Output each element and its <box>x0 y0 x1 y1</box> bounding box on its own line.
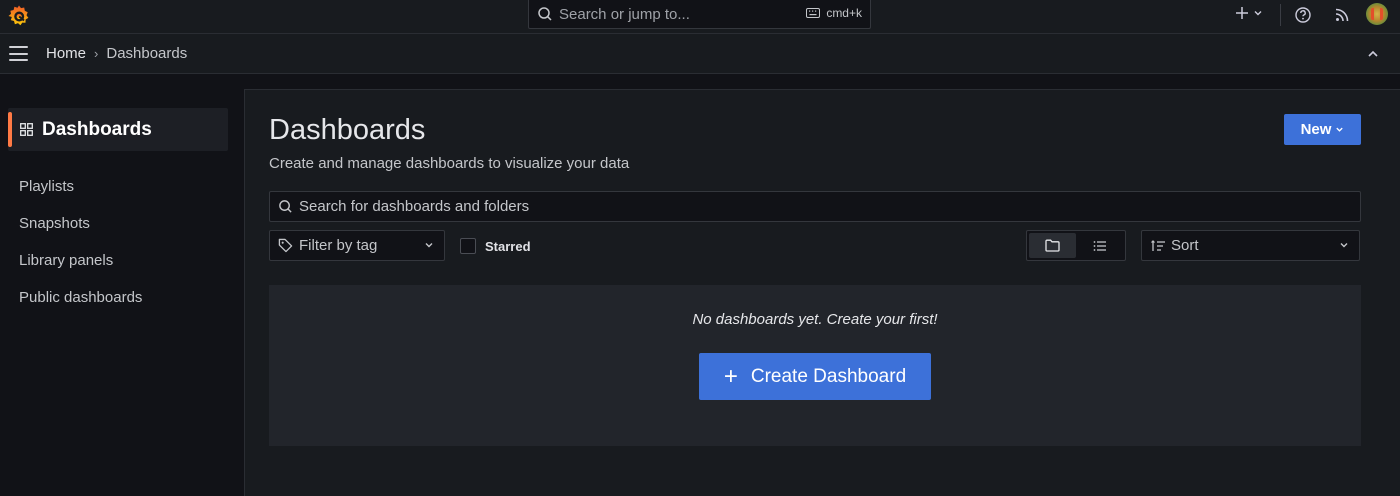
chevron-down-icon <box>1340 243 1348 248</box>
shortcut-text: cmd+k <box>826 6 862 20</box>
folder-view-button[interactable] <box>1029 233 1076 258</box>
chevron-down-icon <box>425 243 433 248</box>
keyboard-shortcut-hint: cmd+k <box>806 6 862 20</box>
sort-icon <box>1151 239 1165 251</box>
view-mode-toggle <box>1026 230 1126 261</box>
plus-icon: + <box>723 362 738 390</box>
sidebar-item-dashboards[interactable]: Dashboards <box>8 108 228 151</box>
apps-grid-icon <box>20 123 33 136</box>
section-sidebar: Dashboards Playlists Snapshots Library p… <box>0 74 243 495</box>
global-search-bar[interactable]: Search or jump to... cmd+k <box>528 0 871 29</box>
breadcrumb-home[interactable]: Home <box>46 45 86 62</box>
new-button-label: New <box>1300 121 1332 138</box>
breadcrumb-current[interactable]: Dashboards <box>106 45 187 62</box>
plus-icon <box>1236 7 1248 19</box>
sort-select[interactable]: Sort <box>1141 230 1360 261</box>
chevron-up-icon[interactable] <box>1366 47 1380 61</box>
search-icon <box>538 7 552 21</box>
breadcrumb: Home › Dashboards <box>46 45 187 62</box>
grafana-logo-icon[interactable] <box>7 4 31 28</box>
user-avatar[interactable] <box>1366 3 1388 25</box>
chevron-down-icon <box>1336 127 1344 132</box>
main-content: Dashboards Create and manage dashboards … <box>244 89 1400 496</box>
page-title: Dashboards <box>269 114 426 146</box>
active-indicator <box>8 112 12 147</box>
starred-checkbox[interactable] <box>460 238 476 254</box>
sidebar-item-library-panels[interactable]: Library panels <box>19 252 113 269</box>
sort-label: Sort <box>1171 237 1199 254</box>
chevron-down-icon <box>1254 11 1262 16</box>
sidebar-item-label: Dashboards <box>42 118 152 140</box>
list-view-button[interactable] <box>1076 233 1123 258</box>
rss-icon[interactable] <box>1333 6 1351 24</box>
top-bar: Search or jump to... cmd+k <box>0 0 1400 34</box>
keyboard-icon <box>806 8 821 18</box>
help-icon[interactable] <box>1294 6 1312 24</box>
starred-label[interactable]: Starred <box>485 239 531 254</box>
tag-icon <box>278 238 293 253</box>
new-button[interactable]: New <box>1284 114 1361 145</box>
folder-icon <box>1045 239 1060 252</box>
breadcrumb-bar: Home › Dashboards <box>0 34 1400 74</box>
list-icon <box>1093 240 1106 251</box>
tag-filter-placeholder: Filter by tag <box>299 237 378 254</box>
tag-filter-select[interactable]: Filter by tag <box>269 230 445 261</box>
sidebar-item-public-dashboards[interactable]: Public dashboards <box>19 289 142 306</box>
dashboard-search-placeholder: Search for dashboards and folders <box>299 198 530 215</box>
sidebar-item-snapshots[interactable]: Snapshots <box>19 215 90 232</box>
create-dashboard-button[interactable]: + Create Dashboard <box>699 353 931 400</box>
sidebar-item-playlists[interactable]: Playlists <box>19 178 74 195</box>
starred-filter[interactable]: Starred <box>460 238 531 254</box>
toolbar-divider <box>1280 4 1281 26</box>
menu-icon[interactable] <box>9 46 28 61</box>
add-new-button[interactable] <box>1235 6 1263 20</box>
search-icon <box>279 200 292 213</box>
page-subtitle: Create and manage dashboards to visualiz… <box>269 155 630 172</box>
create-dashboard-label: Create Dashboard <box>750 365 907 387</box>
empty-state-panel: No dashboards yet. Create your first! + … <box>269 285 1361 446</box>
empty-state-message: No dashboards yet. Create your first! <box>692 311 938 328</box>
breadcrumb-separator: › <box>94 46 99 61</box>
global-search-placeholder: Search or jump to... <box>559 5 690 23</box>
dashboard-search-input[interactable]: Search for dashboards and folders <box>269 191 1361 222</box>
